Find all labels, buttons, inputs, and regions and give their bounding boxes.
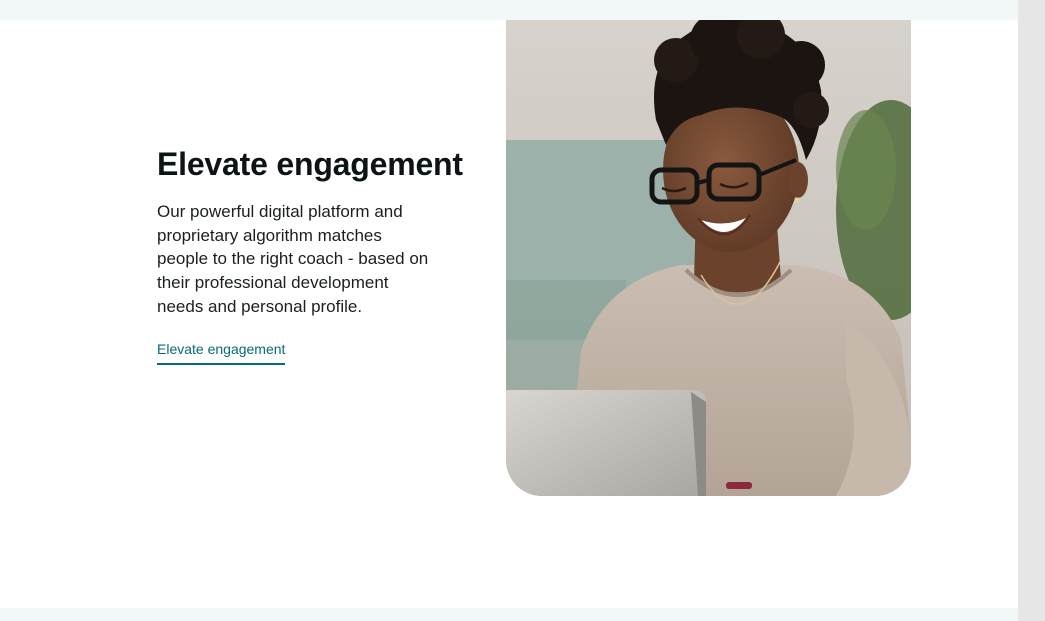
- feature-section: Elevate engagement Our powerful digital …: [157, 142, 477, 365]
- vertical-scrollbar[interactable]: [1018, 0, 1045, 621]
- feature-photo: [506, 20, 911, 496]
- feature-heading: Elevate engagement: [157, 146, 463, 182]
- bottom-section-band: [0, 608, 1018, 621]
- feature-description: Our powerful digital platform and propri…: [157, 202, 429, 316]
- woman-laptop-photo-illustration: [506, 20, 911, 496]
- top-section-band: [0, 0, 1018, 20]
- elevate-engagement-link[interactable]: Elevate engagement: [157, 339, 286, 365]
- page-viewport: Elevate engagement Our powerful digital …: [0, 0, 1045, 621]
